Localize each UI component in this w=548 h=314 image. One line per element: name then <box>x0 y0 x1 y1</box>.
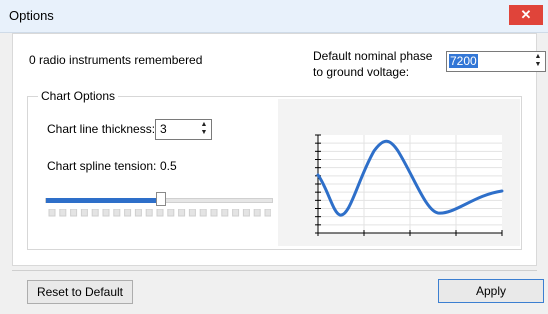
spline-tension-value: 0.5 <box>160 159 177 173</box>
slider-tick <box>124 209 132 217</box>
slider-thumb[interactable] <box>156 192 166 206</box>
spline-tension-slider[interactable] <box>45 192 273 222</box>
slider-tick <box>210 209 218 217</box>
slider-tick <box>264 209 271 217</box>
slider-tick <box>102 209 110 217</box>
apply-button[interactable]: Apply <box>438 279 544 303</box>
spin-up-icon[interactable]: ▲ <box>533 53 543 61</box>
line-thickness-label: Chart line thickness: <box>47 122 156 136</box>
footer-separator <box>12 270 537 271</box>
slider-ticks <box>48 209 271 217</box>
phase-spinner[interactable]: ▲ ▼ <box>533 53 543 69</box>
slider-tick <box>48 209 56 217</box>
slider-tick <box>134 209 142 217</box>
title-bar: Options ✕ <box>0 0 548 33</box>
reset-to-default-button[interactable]: Reset to Default <box>27 280 133 304</box>
slider-tick <box>178 209 186 217</box>
chart-options-legend: Chart Options <box>38 89 119 103</box>
phase-voltage-input[interactable]: 7200 ▲ ▼ <box>446 51 546 72</box>
chart-preview <box>278 99 520 246</box>
slider-tick <box>113 209 121 217</box>
slider-tick <box>199 209 207 217</box>
spin-down-icon[interactable]: ▼ <box>199 129 209 137</box>
slider-tick <box>91 209 99 217</box>
window-title: Options <box>9 8 54 23</box>
spin-up-icon[interactable]: ▲ <box>199 121 209 129</box>
line-thickness-input[interactable]: 3 ▲ ▼ <box>155 119 212 140</box>
phase-voltage-value: 7200 <box>449 54 478 68</box>
slider-tick <box>188 209 196 217</box>
slider-tick <box>253 209 261 217</box>
slider-tick <box>70 209 78 217</box>
slider-tick <box>59 209 67 217</box>
slider-tick <box>221 209 229 217</box>
radio-count-text: 0 radio instruments remembered <box>29 53 203 67</box>
close-icon: ✕ <box>520 7 532 22</box>
thickness-spinner[interactable]: ▲ ▼ <box>199 121 209 137</box>
slider-tick <box>145 209 153 217</box>
options-window: Options ✕ 0 radio instruments remembered… <box>0 0 548 314</box>
slider-tick <box>167 209 175 217</box>
slider-tick <box>80 209 88 217</box>
spin-down-icon[interactable]: ▼ <box>533 61 543 69</box>
slider-tick <box>156 209 164 217</box>
slider-fill <box>46 198 157 203</box>
slider-tick <box>232 209 240 217</box>
slider-tick <box>242 209 250 217</box>
close-button[interactable]: ✕ <box>509 5 543 25</box>
chart-preview-svg <box>315 134 504 236</box>
phase-voltage-label: Default nominal phase to ground voltage: <box>313 49 433 79</box>
line-thickness-value: 3 <box>160 122 167 136</box>
spline-tension-label: Chart spline tension: <box>47 159 157 173</box>
